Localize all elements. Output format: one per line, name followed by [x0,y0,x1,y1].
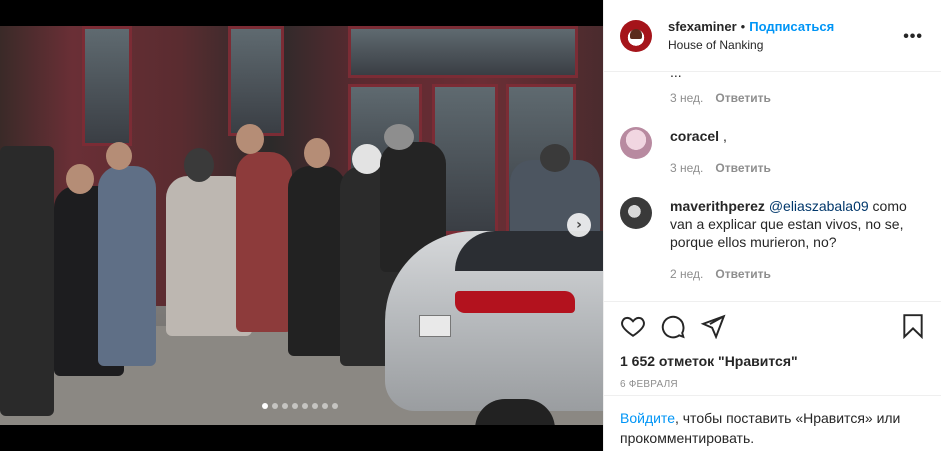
avatar[interactable] [620,127,652,159]
carousel-dot[interactable] [302,403,308,409]
comment-text: , [722,128,727,144]
person-head [66,164,94,194]
comments-list[interactable]: ... 3 нед. Ответить coracel , 3 нед. Отв… [604,72,941,301]
bookmark-icon[interactable] [900,313,926,339]
storefront-window [228,26,284,136]
more-options-icon[interactable]: ••• [903,28,923,46]
reply-button[interactable]: Ответить [715,159,770,177]
mention-link[interactable]: @eliaszabala09 [769,198,869,214]
storefront-window [82,26,132,146]
likes-count[interactable]: 1 652 отметок "Нравится" [620,353,926,369]
login-prompt: Войдите, чтобы поставить «Нравится» или … [604,395,941,451]
post-actions: 1 652 отметок "Нравится" 6 февраля [604,301,941,390]
comment-meta: 2 нед. Ответить [670,265,908,283]
list-item: maverithperez @eliaszabala09 como van a … [620,197,908,283]
carousel-dot[interactable] [332,403,338,409]
heart-icon[interactable] [620,313,646,339]
carousel-dot[interactable] [272,403,278,409]
avatar[interactable] [620,197,652,229]
parked-car [385,231,603,425]
comment-icon[interactable] [660,313,686,339]
avatar[interactable] [620,19,652,52]
storefront-window [348,26,578,78]
chevron-right-icon[interactable]: › [567,213,591,237]
comment-time: 3 нед. [670,91,704,105]
post-photo[interactable]: › [0,0,603,451]
carousel-dot[interactable] [282,403,288,409]
list-item: coracel , 3 нед. Ответить [620,127,908,177]
separator-dot: • [740,19,746,34]
comment-username[interactable]: coracel [670,128,719,144]
post-side-panel: sfexaminer • Подписаться House of Nankin… [603,0,941,451]
carousel-dot[interactable] [262,403,268,409]
photo-scene [0,26,603,425]
person [98,166,156,366]
login-link[interactable]: Войдите [620,410,675,426]
comment-username[interactable]: maverithperez [670,198,765,214]
comment-meta: 3 нед. Ответить [670,91,771,105]
location-link[interactable]: House of Nanking [668,39,834,51]
post-header: sfexaminer • Подписаться House of Nankin… [604,0,941,72]
person-head [184,148,214,182]
follow-button[interactable]: Подписаться [749,20,834,33]
share-icon[interactable] [700,313,726,339]
comment-time: 2 нед. [670,267,704,281]
camera-equipment [0,146,54,416]
carousel-dot[interactable] [312,403,318,409]
carousel-dot[interactable] [292,403,298,409]
person [288,166,346,356]
comment-meta: 3 нед. Ответить [670,159,908,177]
person-head [236,124,264,154]
carousel-dots [262,403,338,409]
comment-text-partial: ... [670,72,682,80]
person [236,152,292,332]
username-link[interactable]: sfexaminer [668,20,737,33]
person-head [384,124,414,150]
person-head [304,138,330,168]
comment-time: 3 нед. [670,161,704,175]
post-date[interactable]: 6 февраля [620,379,926,390]
person-head [352,144,382,174]
person-head [106,142,132,170]
eagle-logo-icon [620,19,652,52]
carousel-dot[interactable] [322,403,328,409]
person-head [540,144,570,172]
reply-button[interactable]: Ответить [715,265,770,283]
reply-button[interactable]: Ответить [715,91,770,105]
